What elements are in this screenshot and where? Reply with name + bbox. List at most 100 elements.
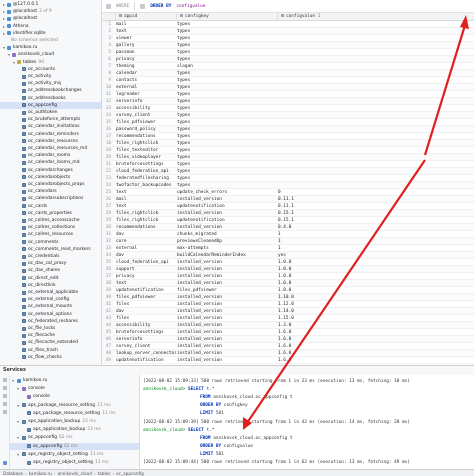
table-cell[interactable]: survey_client bbox=[116, 343, 176, 350]
table-row[interactable]: 12 serverinfo types bbox=[102, 98, 474, 105]
tree-item[interactable]: oc_addressbooks bbox=[0, 95, 101, 102]
expand-icon[interactable] bbox=[3, 378, 7, 382]
tree-item[interactable]: oc_calendarsubscriptions bbox=[0, 195, 101, 202]
table-row[interactable]: 2 text types bbox=[102, 28, 474, 35]
table-cell[interactable]: types bbox=[177, 119, 277, 126]
table-row[interactable]: 40 files_pdfviewer installed_version 1.10.0 bbox=[102, 294, 474, 301]
table-cell[interactable]: types bbox=[177, 56, 277, 63]
order-by-keyword[interactable]: ORDER BY bbox=[150, 4, 171, 9]
service-tree-item[interactable]: console bbox=[10, 393, 139, 400]
table-cell[interactable]: bruteforcesettings bbox=[116, 329, 176, 336]
table-cell[interactable]: 1.6.0 bbox=[278, 357, 378, 364]
table-row[interactable]: 16 password_policy types bbox=[102, 126, 474, 133]
table-cell[interactable]: 1.6.0 bbox=[278, 336, 378, 343]
order-by-field[interactable]: configvalue bbox=[176, 4, 205, 9]
chevron-right-icon[interactable]: ▸ bbox=[2, 1, 6, 8]
tree-item[interactable]: oc_direct_edit bbox=[0, 275, 101, 282]
table-cell[interactable]: types bbox=[177, 77, 277, 84]
table-cell[interactable]: updatenotification bbox=[116, 287, 176, 294]
table-cell[interactable]: 1.6.0 bbox=[278, 329, 378, 336]
table-cell[interactable]: 1.12.0 bbox=[278, 301, 378, 308]
table-cell[interactable]: theming bbox=[116, 63, 176, 70]
table-row[interactable]: 30 recommendations installed_version 0.4.0 bbox=[102, 224, 474, 231]
table-cell[interactable]: logreader bbox=[116, 91, 176, 98]
table-cell[interactable]: 1.0.0 bbox=[278, 259, 378, 266]
column-header-configvalue[interactable]: configvalue 1 bbox=[278, 13, 474, 21]
group-icon[interactable] bbox=[3, 394, 7, 398]
sort-order-indicator[interactable]: 1 bbox=[318, 14, 321, 19]
table-row[interactable]: 17 recommendations types bbox=[102, 133, 474, 140]
table-row[interactable]: 47 survey_client installed_version 1.6.0 bbox=[102, 343, 474, 350]
query-console-output[interactable]: [2022-08-02 15:09:33] 500 rows retrieved… bbox=[140, 375, 474, 469]
table-cell[interactable]: privacy bbox=[116, 273, 176, 280]
tree-item[interactable]: oc_dav_shares bbox=[0, 267, 101, 274]
chevron-right-icon[interactable]: ▸ bbox=[2, 23, 6, 30]
table-cell[interactable]: 1.0.0 bbox=[278, 280, 378, 287]
table-cell[interactable]: 1 bbox=[278, 238, 378, 245]
breadcrumb-item[interactable]: Database bbox=[3, 470, 23, 476]
table-cell[interactable]: files_pdfviewer bbox=[177, 287, 277, 294]
table-cell[interactable]: privacy bbox=[116, 56, 176, 63]
table-row[interactable]: 46 serverinfo installed_version 1.6.0 bbox=[102, 336, 474, 343]
table-cell[interactable]: mail bbox=[116, 196, 176, 203]
table-cell[interactable]: updatenotification bbox=[177, 217, 277, 224]
tree-item[interactable]: oc_activity bbox=[0, 73, 101, 80]
table-cell[interactable]: files_pdfviewer bbox=[116, 119, 176, 126]
table-row[interactable]: 14 survey_client types bbox=[102, 112, 474, 119]
table-cell[interactable]: bruteforcesettings bbox=[116, 161, 176, 168]
tree-item[interactable]: oc_calendars bbox=[0, 188, 101, 195]
service-tree-item[interactable]: ▾ aps_package_resource_setting 11 ms bbox=[10, 402, 139, 409]
tree-item[interactable]: oc_credentials bbox=[0, 253, 101, 260]
tree-item[interactable]: oc_activity_mq bbox=[0, 80, 101, 87]
tree-item[interactable]: oc_bruteforce_attempts bbox=[0, 116, 101, 123]
tree-item[interactable]: ▸ Athena bbox=[0, 23, 101, 30]
filter-icon[interactable] bbox=[3, 402, 7, 406]
table-cell[interactable]: dav bbox=[116, 308, 176, 315]
table-cell[interactable]: 0.15.1 bbox=[278, 210, 378, 217]
table-cell[interactable]: 0.15.1 bbox=[278, 217, 378, 224]
tree-item[interactable]: oc_calendar_rooms bbox=[0, 152, 101, 159]
table-cell[interactable]: types bbox=[177, 182, 277, 189]
chevron-right-icon[interactable]: ▸ bbox=[2, 15, 6, 22]
table-cell[interactable]: installed_version bbox=[177, 308, 277, 315]
table-cell[interactable]: cloud_federation_api bbox=[116, 259, 176, 266]
table-cell[interactable]: support bbox=[116, 266, 176, 273]
table-row[interactable]: 15 files_pdfviewer types bbox=[102, 119, 474, 126]
breadcrumb-item[interactable]: kamikoo.ru bbox=[29, 470, 52, 476]
add-icon[interactable] bbox=[3, 410, 7, 414]
table-cell[interactable]: types bbox=[177, 35, 277, 42]
table-cell[interactable]: viewer bbox=[116, 35, 176, 42]
table-cell[interactable]: federatedfilesharing bbox=[116, 175, 176, 182]
table-cell[interactable]: types bbox=[177, 133, 277, 140]
table-cell[interactable]: 1.0.0 bbox=[278, 266, 378, 273]
chevron-down-icon[interactable]: ▾ bbox=[17, 451, 21, 458]
table-cell[interactable]: installed_version bbox=[177, 273, 277, 280]
tree-item[interactable]: oc_external_applicable bbox=[0, 289, 101, 296]
table-cell[interactable]: 0.11.1 bbox=[278, 203, 378, 210]
table-cell[interactable]: types bbox=[177, 147, 277, 154]
tree-item[interactable]: ▸ @localhost 2 of 9 bbox=[0, 8, 101, 15]
tree-item[interactable]: oc_appconfig bbox=[0, 101, 101, 109]
table-cell[interactable]: 1 bbox=[278, 245, 378, 252]
table-cell[interactable]: updatenotification bbox=[116, 357, 176, 364]
tree-item[interactable]: oc_flow_checks bbox=[0, 354, 101, 361]
tree-item[interactable]: ▾ tables 90 bbox=[0, 59, 101, 66]
tree-item[interactable]: oc_external_config bbox=[0, 296, 101, 303]
table-row[interactable]: 33 external max-attempts 1 bbox=[102, 245, 474, 252]
table-cell[interactable]: types bbox=[177, 70, 277, 77]
table-cell[interactable]: installed_version bbox=[177, 315, 277, 322]
table-cell[interactable]: 0.4.0 bbox=[278, 224, 378, 231]
chevron-down-icon[interactable]: ▾ bbox=[17, 434, 21, 441]
table-cell[interactable]: 1.6.0 bbox=[278, 350, 378, 357]
table-cell[interactable]: dav bbox=[116, 231, 176, 238]
table-cell[interactable]: 1.0.0 bbox=[278, 273, 378, 280]
table-cell[interactable]: 1 bbox=[278, 231, 378, 238]
table-row[interactable]: 37 privacy installed_version 1.0.0 bbox=[102, 273, 474, 280]
table-cell[interactable]: installed_version bbox=[177, 266, 277, 273]
table-cell[interactable]: installed_version bbox=[177, 322, 277, 329]
table-cell[interactable]: 1.6.0 bbox=[278, 343, 378, 350]
table-cell[interactable]: installed_version bbox=[177, 350, 277, 357]
service-tree-item[interactable]: oc_appconfig 62 ms bbox=[10, 442, 139, 450]
service-tree-item[interactable]: ▾ kamikoo.ru bbox=[10, 377, 139, 384]
table-cell[interactable]: 1.14.0 bbox=[278, 308, 378, 315]
